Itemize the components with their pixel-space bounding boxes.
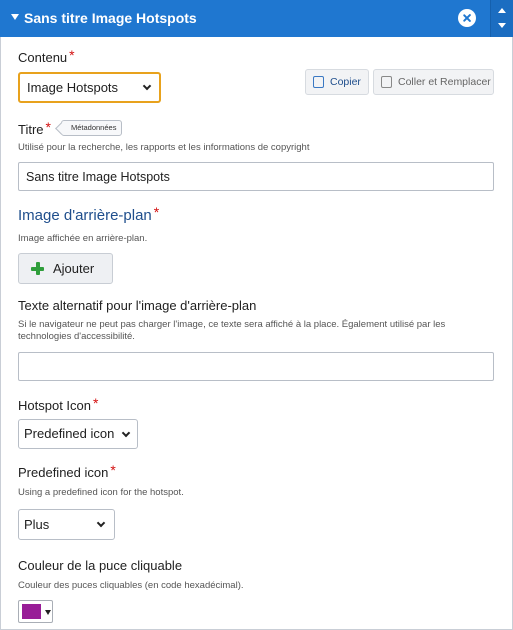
plus-icon	[31, 262, 44, 275]
panel-title: Sans titre Image Hotspots	[24, 10, 197, 26]
hotspot-icon-select[interactable]: Predefined icon	[18, 419, 138, 449]
title-input[interactable]: Sans titre Image Hotspots	[18, 162, 494, 191]
required-mark: *	[45, 119, 51, 135]
move-down-icon[interactable]	[498, 23, 506, 28]
predefined-icon-select[interactable]: Plus	[18, 509, 115, 540]
required-mark: *	[153, 204, 160, 220]
collapse-caret-icon[interactable]	[11, 14, 19, 20]
alt-text-description-line: Si le navigateur ne peut pas charger l'i…	[18, 319, 446, 330]
hotspot-color-label: Couleur de la puce cliquable	[18, 558, 183, 573]
alt-text-description-line: technologies d'accessibilité.	[18, 331, 135, 342]
add-image-button[interactable]: Ajouter	[18, 253, 113, 284]
paste-label: Coller et Remplacer	[398, 76, 491, 88]
chevron-down-icon	[121, 428, 131, 438]
titre-description: Utilisé pour la recherche, les rapports …	[18, 142, 310, 153]
predefined-icon-description: Using a predefined icon for the hotspot.	[18, 487, 184, 498]
reorder-controls	[490, 0, 513, 37]
predefined-icon-value: Plus	[24, 516, 50, 532]
paste-replace-button[interactable]: Coller et Remplacer	[373, 69, 494, 95]
content-type-value: Image Hotspots	[27, 79, 119, 95]
copy-button[interactable]: Copier	[305, 69, 369, 95]
required-mark: *	[69, 47, 75, 63]
alt-text-label: Texte alternatif pour l'image d'arrière-…	[18, 298, 257, 313]
chevron-down-icon	[96, 518, 106, 528]
close-icon[interactable]	[458, 9, 476, 27]
metadata-button[interactable]: Métadonnées	[61, 120, 123, 136]
add-label: Ajouter	[53, 261, 95, 276]
content-type-select[interactable]: Image Hotspots	[18, 72, 161, 103]
hotspot-icon-label: Hotspot Icon *	[18, 395, 99, 413]
title-input-value: Sans titre Image Hotspots	[26, 169, 170, 184]
required-mark: *	[93, 395, 99, 411]
background-image-heading: Image d'arrière-plan *	[18, 204, 160, 224]
move-up-icon[interactable]	[498, 8, 506, 13]
required-mark: *	[110, 462, 116, 478]
titre-label: Titre *	[18, 119, 51, 137]
predefined-icon-label: Predefined icon *	[18, 462, 116, 480]
alt-text-input[interactable]	[18, 352, 494, 381]
contenu-label: Contenu *	[18, 47, 75, 65]
dropdown-arrow-icon	[45, 610, 51, 615]
hotspot-color-description: Couleur des puces cliquables (en code he…	[18, 580, 244, 591]
color-picker[interactable]	[18, 600, 53, 623]
copy-label: Copier	[330, 76, 361, 88]
color-swatch	[22, 604, 41, 619]
panel-header[interactable]: Sans titre Image Hotspots	[0, 0, 513, 37]
copy-icon	[313, 76, 324, 88]
paste-icon	[381, 76, 392, 88]
chevron-down-icon	[142, 81, 152, 91]
alt-text-description: Si le navigateur ne peut pas charger l'i…	[18, 319, 498, 343]
hotspot-icon-value: Predefined icon	[24, 426, 115, 441]
background-image-description: Image affichée en arrière-plan.	[18, 233, 148, 244]
